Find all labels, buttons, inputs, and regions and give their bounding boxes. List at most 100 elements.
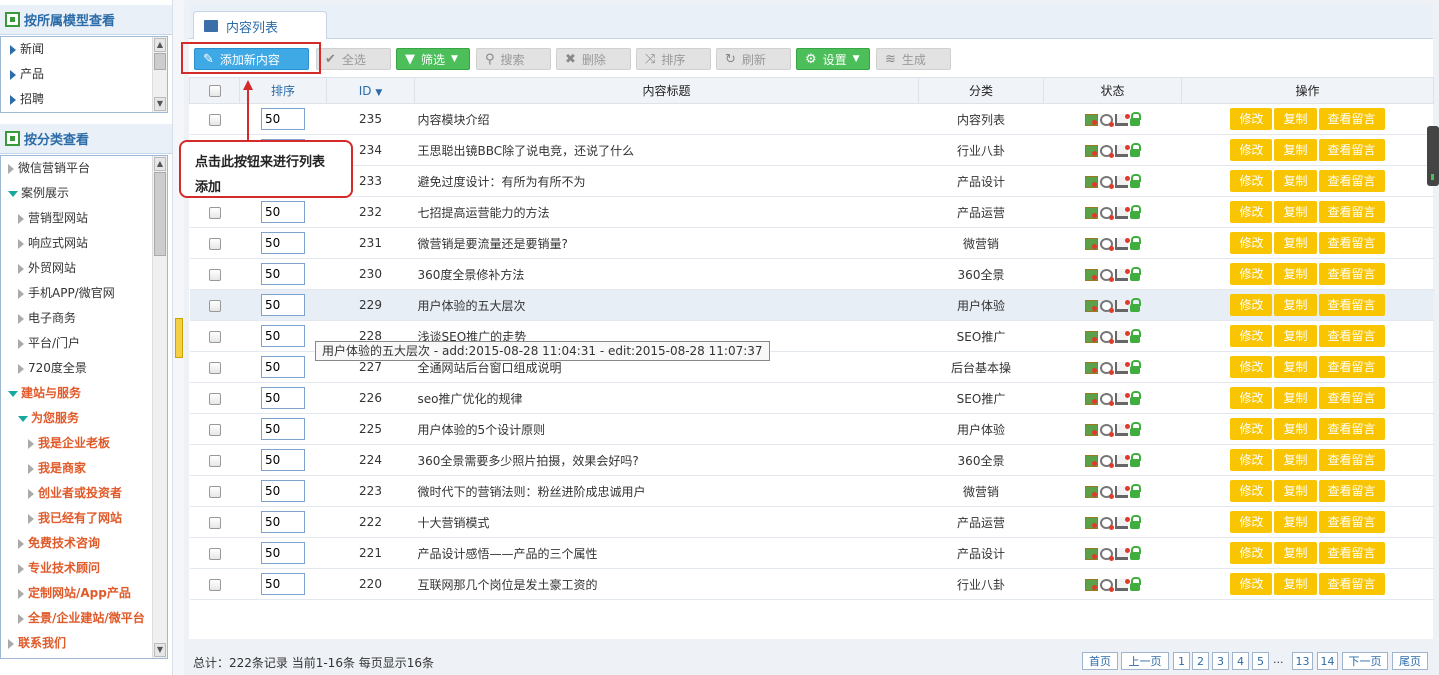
category-item[interactable]: 电子商务 [8, 306, 167, 331]
checkbox[interactable] [208, 516, 221, 529]
image-status-icon[interactable] [1085, 392, 1098, 405]
header-id[interactable]: ID ▼ [326, 77, 415, 104]
table-row[interactable]: 222十大营销模式产品运营 修改复制查看留言 [189, 506, 1434, 538]
lock-status-icon[interactable] [1130, 266, 1141, 281]
view-comments-button[interactable]: 查看留言 [1318, 170, 1385, 192]
view-comments-button[interactable]: 查看留言 [1318, 294, 1385, 316]
checkbox[interactable] [208, 392, 221, 405]
page-link[interactable]: 4 [1232, 652, 1249, 670]
row-select[interactable] [189, 568, 240, 600]
page-link[interactable]: 3 [1212, 652, 1229, 670]
view-comments-button[interactable]: 查看留言 [1318, 263, 1385, 285]
copy-button[interactable]: 复制 [1274, 325, 1317, 347]
row-select[interactable] [189, 475, 240, 507]
image-status-icon[interactable] [1085, 144, 1098, 157]
settings-button[interactable]: ⚙ 设置 ▼ [796, 48, 870, 70]
view-comments-button[interactable]: 查看留言 [1318, 108, 1385, 130]
checkbox[interactable] [208, 423, 221, 436]
checkbox[interactable] [208, 113, 221, 126]
table-row[interactable]: 224360全景需要多少照片拍摄，效果会好吗?360全景 修改复制查看留言 [189, 444, 1434, 476]
row-title[interactable]: 内容模块介绍 [414, 103, 919, 135]
row-title[interactable]: 十大营销模式 [414, 506, 919, 538]
category-item[interactable]: 响应式网站 [8, 231, 167, 256]
checkbox[interactable] [208, 299, 221, 312]
copy-button[interactable]: 复制 [1274, 387, 1317, 409]
cart-status-icon[interactable] [1115, 547, 1130, 560]
view-comments-button[interactable]: 查看留言 [1318, 232, 1385, 254]
table-row[interactable]: 235内容模块介绍内容列表 修改复制查看留言 [189, 103, 1434, 135]
scroll-up-icon[interactable]: ▲ [154, 38, 166, 52]
row-title[interactable]: 互联网那几个岗位是发土豪工资的 [414, 568, 919, 600]
copy-button[interactable]: 复制 [1274, 356, 1317, 378]
checkbox[interactable] [208, 578, 221, 591]
view-comments-button[interactable]: 查看留言 [1318, 325, 1385, 347]
row-title[interactable]: 用户体验的五大层次 [414, 289, 919, 321]
row-select[interactable] [189, 351, 240, 383]
sort-order-input[interactable] [261, 542, 305, 564]
cart-status-icon[interactable] [1115, 144, 1130, 157]
row-select[interactable] [189, 258, 240, 290]
view-comments-button[interactable]: 查看留言 [1318, 573, 1385, 595]
select-all-button[interactable]: ✔ 全选 [316, 48, 391, 70]
scroll-up-icon[interactable]: ▲ [154, 157, 166, 171]
sort-order-input[interactable] [261, 232, 305, 254]
sort-order-input[interactable] [261, 449, 305, 471]
cart-status-icon[interactable] [1115, 485, 1130, 498]
row-title[interactable]: 360度全景修补方法 [414, 258, 919, 290]
row-title[interactable]: 360全景需要多少照片拍摄，效果会好吗? [414, 444, 919, 476]
table-row[interactable]: 232七招提高运营能力的方法产品运营 修改复制查看留言 [189, 196, 1434, 228]
lock-status-icon[interactable] [1130, 514, 1141, 529]
link-status-icon[interactable] [1100, 113, 1114, 127]
link-status-icon[interactable] [1100, 392, 1114, 406]
cart-status-icon[interactable] [1115, 268, 1130, 281]
cart-status-icon[interactable] [1115, 516, 1130, 529]
edit-button[interactable]: 修改 [1230, 170, 1273, 192]
row-title[interactable]: seo推广优化的规律 [414, 382, 919, 414]
view-comments-button[interactable]: 查看留言 [1318, 201, 1385, 223]
edit-button[interactable]: 修改 [1230, 232, 1273, 254]
lock-status-icon[interactable] [1130, 297, 1141, 312]
category-item[interactable]: 外贸网站 [8, 256, 167, 281]
category-item[interactable]: 创业者或投资者 [8, 481, 167, 506]
cart-status-icon[interactable] [1115, 361, 1130, 374]
lock-status-icon[interactable] [1130, 421, 1141, 436]
checkbox[interactable] [208, 268, 221, 281]
row-title[interactable]: 七招提高运营能力的方法 [414, 196, 919, 228]
sort-order-input[interactable] [261, 325, 305, 347]
link-status-icon[interactable] [1100, 423, 1114, 437]
category-item[interactable]: 定制网站/App产品 [8, 581, 167, 606]
table-row[interactable]: 220互联网那几个岗位是发土豪工资的行业八卦 修改复制查看留言 [189, 568, 1434, 600]
lock-status-icon[interactable] [1130, 545, 1141, 560]
image-status-icon[interactable] [1085, 516, 1098, 529]
copy-button[interactable]: 复制 [1274, 139, 1317, 161]
lock-status-icon[interactable] [1130, 111, 1141, 126]
link-status-icon[interactable] [1100, 144, 1114, 158]
next-page-link[interactable]: 下一页 [1342, 652, 1388, 670]
link-status-icon[interactable] [1100, 454, 1114, 468]
row-title[interactable]: 王思聪出镜BBC除了说电竞，还说了什么 [414, 134, 919, 166]
copy-button[interactable]: 复制 [1274, 542, 1317, 564]
edit-button[interactable]: 修改 [1230, 542, 1273, 564]
edit-button[interactable]: 修改 [1230, 263, 1273, 285]
link-status-icon[interactable] [1100, 485, 1114, 499]
row-select[interactable] [189, 506, 240, 538]
table-row[interactable]: 234王思聪出镜BBC除了说电竞，还说了什么行业八卦修改复制查看留言 [189, 134, 1434, 166]
row-select[interactable] [189, 320, 240, 352]
page-link[interactable]: 13 [1292, 652, 1313, 670]
cart-status-icon[interactable] [1115, 237, 1130, 250]
link-status-icon[interactable] [1100, 516, 1114, 530]
search-button[interactable]: ⚲ 搜索 [476, 48, 551, 70]
tab-content-list[interactable]: 内容列表 [193, 11, 327, 40]
edit-button[interactable]: 修改 [1230, 139, 1273, 161]
page-link[interactable]: 14 [1317, 652, 1338, 670]
sort-order-input[interactable] [261, 263, 305, 285]
category-tree-scrollbar[interactable]: ▲ ▼ [152, 156, 167, 658]
first-page-link[interactable]: 首页 [1082, 652, 1118, 670]
link-status-icon[interactable] [1100, 547, 1114, 561]
checkbox[interactable] [208, 330, 221, 343]
edit-button[interactable]: 修改 [1230, 294, 1273, 316]
cart-status-icon[interactable] [1115, 206, 1130, 219]
collapse-handle[interactable] [175, 318, 183, 358]
model-list-scrollbar[interactable]: ▲ ▼ [152, 37, 167, 112]
row-select[interactable] [189, 196, 240, 228]
